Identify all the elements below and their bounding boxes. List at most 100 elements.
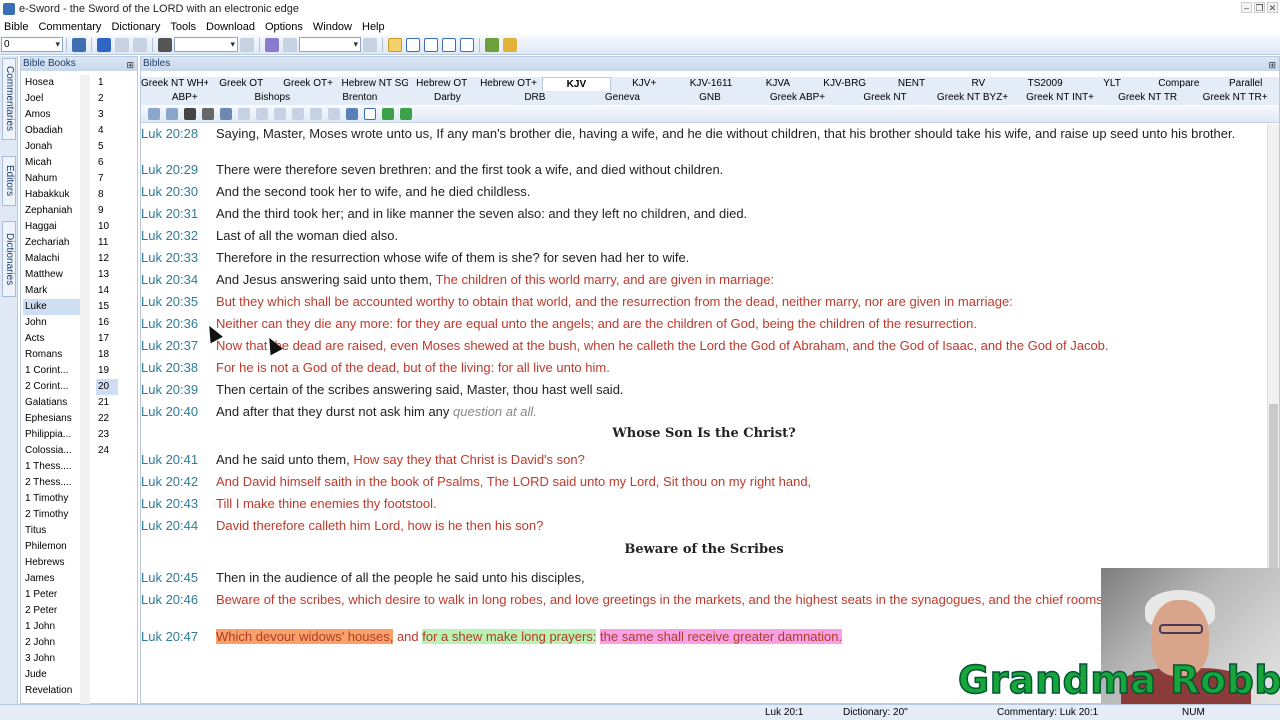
chapter-list-item[interactable]: 8 — [96, 187, 118, 203]
bible-tab[interactable]: Hebrew NT SG — [341, 77, 408, 91]
menu-tools[interactable]: Tools — [166, 21, 202, 33]
chapter-list-item[interactable]: 19 — [96, 363, 118, 379]
chapter-list-item[interactable]: 15 — [96, 299, 118, 315]
verse-reference-link[interactable]: Luk 20:39 — [141, 382, 216, 398]
verse-row[interactable]: Luk 20:32 Last of all the woman died also… — [141, 228, 1267, 244]
verse-reference-link[interactable]: Luk 20:41 — [141, 452, 216, 468]
bible-tab[interactable]: Compare — [1145, 77, 1212, 91]
book-list-item[interactable]: Luke — [23, 299, 81, 315]
verse-reference-link[interactable]: Luk 20:43 — [141, 496, 216, 512]
picture-icon[interactable] — [485, 37, 499, 52]
verse-row[interactable]: Luk 20:31 And the third took her; and in … — [141, 206, 1267, 222]
book-list-item[interactable]: Galatians — [23, 395, 81, 411]
book-list-item[interactable]: Matthew — [23, 267, 81, 283]
chapter-list-item[interactable]: 7 — [96, 171, 118, 187]
menu-bible[interactable]: Bible — [0, 21, 34, 33]
bible-tab[interactable]: Brenton — [316, 91, 404, 105]
verse-row[interactable]: Luk 20:33 Therefore in the resurrection w… — [141, 250, 1267, 266]
search-combo[interactable] — [174, 37, 238, 52]
chapter-list-item[interactable]: 9 — [96, 203, 118, 219]
verse-reference-link[interactable]: Luk 20:28 — [141, 126, 216, 142]
verse-reference-link[interactable]: Luk 20:46 — [141, 592, 216, 608]
verse-row[interactable]: Luk 20:29 There were therefore seven bret… — [141, 162, 1267, 178]
verse-row[interactable]: Luk 20:47 Which devour widows' houses, an… — [141, 629, 1267, 645]
bible-tab[interactable]: GNB — [666, 91, 754, 105]
verse-reference-link[interactable]: Luk 20:47 — [141, 629, 216, 645]
layout-2-icon[interactable] — [406, 37, 420, 52]
verse-row[interactable]: Luk 20:43 Till I make thine enemies thy f… — [141, 496, 1267, 512]
verse-reference-link[interactable]: Luk 20:44 — [141, 518, 216, 534]
compare-icon[interactable] — [310, 108, 322, 120]
menu-help[interactable]: Help — [358, 21, 391, 33]
bible-tab[interactable]: Greek NT BYZ+ — [929, 91, 1017, 105]
bible-tab[interactable]: Greek NT INT+ — [1016, 91, 1104, 105]
bible-tab[interactable]: Greek OT — [208, 77, 275, 91]
search-icon[interactable] — [184, 108, 196, 120]
book-list-item[interactable]: Habakkuk — [23, 187, 81, 203]
book-list-item[interactable]: 2 Timothy — [23, 507, 81, 523]
bible-tab[interactable]: Greek NT WH+ — [141, 77, 208, 91]
verse-reference-link[interactable]: Luk 20:45 — [141, 570, 216, 586]
layout-3-icon[interactable] — [424, 37, 438, 52]
bible-tab[interactable]: KJVA — [744, 77, 811, 91]
chapter-list-item[interactable]: 2 — [96, 91, 118, 107]
book-list-item[interactable]: 1 Peter — [23, 587, 81, 603]
bible-tab[interactable]: Greek ABP+ — [754, 91, 842, 105]
verse-row[interactable]: Luk 20:28 Saying, Master, Moses wrote unt… — [141, 126, 1267, 142]
verse-reference-link[interactable]: Luk 20:42 — [141, 474, 216, 490]
book-list-item[interactable]: 2 Corint... — [23, 379, 81, 395]
verse-row[interactable]: Luk 20:42 And David himself saith in the … — [141, 474, 1267, 490]
bible-tab[interactable]: KJV+ — [611, 77, 678, 91]
bible-tab[interactable]: Geneva — [579, 91, 667, 105]
bible-tab[interactable]: Hebrew OT — [408, 77, 475, 91]
copy-verse-icon[interactable] — [238, 108, 250, 120]
book-list-item[interactable]: Nahum — [23, 171, 81, 187]
verse-reference-link[interactable]: Luk 20:33 — [141, 250, 216, 266]
book-list-item[interactable]: Malachi — [23, 251, 81, 267]
book-list-item[interactable]: 3 John — [23, 651, 81, 667]
forward-arrow-icon[interactable] — [115, 37, 129, 52]
book-list-item[interactable]: Mark — [23, 283, 81, 299]
chapter-list-item[interactable]: 18 — [96, 347, 118, 363]
chapter-list-item[interactable]: 1 — [96, 75, 118, 91]
verse-reference-link[interactable]: Luk 20:35 — [141, 294, 216, 310]
layout-5-icon[interactable] — [460, 37, 474, 52]
bibles-pin-icon[interactable]: ⊞ — [1268, 58, 1276, 72]
restore-icon[interactable]: ❐ — [1254, 2, 1265, 13]
chapter-list-item[interactable]: 13 — [96, 267, 118, 283]
edit-icon[interactable] — [148, 108, 160, 120]
chapter-list-item[interactable]: 5 — [96, 139, 118, 155]
verse-reference-link[interactable]: Luk 20:37 — [141, 338, 216, 354]
book-list-item[interactable]: Jonah — [23, 139, 81, 155]
prev-chapter-icon[interactable] — [382, 108, 394, 120]
verse-row[interactable]: Luk 20:36 Neither can they die any more: … — [141, 316, 1267, 332]
book-list-item[interactable]: Philemon — [23, 539, 81, 555]
chapter-list-item[interactable]: 6 — [96, 155, 118, 171]
book-list-item[interactable]: Hosea — [23, 75, 81, 91]
verse-row[interactable]: Luk 20:40 And after that they durst not a… — [141, 404, 1267, 420]
verse-row[interactable]: Luk 20:34 And Jesus answering said unto t… — [141, 272, 1267, 288]
history-icon[interactable] — [133, 37, 147, 52]
bible-tab[interactable]: Darby — [404, 91, 492, 105]
bible-tab[interactable]: Parallel — [1212, 77, 1279, 91]
back-arrow-icon[interactable] — [97, 37, 111, 52]
verse-row[interactable]: Luk 20:39 Then certain of the scribes ans… — [141, 382, 1267, 398]
bible-tab[interactable]: YLT — [1079, 77, 1146, 91]
book-list-item[interactable]: Ephesians — [23, 411, 81, 427]
book-list-item[interactable]: Amos — [23, 107, 81, 123]
bible-tab[interactable]: Greek OT+ — [275, 77, 342, 91]
verse-row[interactable]: Luk 20:44 David therefore calleth him Lor… — [141, 518, 1267, 534]
verse-row[interactable]: Luk 20:45 Then in the audience of all the… — [141, 570, 1267, 586]
bible-tab[interactable]: ABP+ — [141, 91, 229, 105]
verse-row[interactable]: Luk 20:30 And the second took her to wife… — [141, 184, 1267, 200]
book-list-item[interactable]: 1 Timothy — [23, 491, 81, 507]
chapter-list-item[interactable]: 12 — [96, 251, 118, 267]
bible-tab[interactable]: KJV-1611 — [678, 77, 745, 91]
bible-tab[interactable]: KJV-BRG — [811, 77, 878, 91]
chapter-list-item[interactable]: 10 — [96, 219, 118, 235]
book-list-item[interactable]: Micah — [23, 155, 81, 171]
next-chapter-icon[interactable] — [400, 108, 412, 120]
chapter-combo[interactable]: 0 — [1, 37, 63, 52]
chapter-list-item[interactable]: 17 — [96, 331, 118, 347]
verse-row[interactable]: Luk 20:46 Beware of the scribes, which de… — [141, 592, 1267, 608]
